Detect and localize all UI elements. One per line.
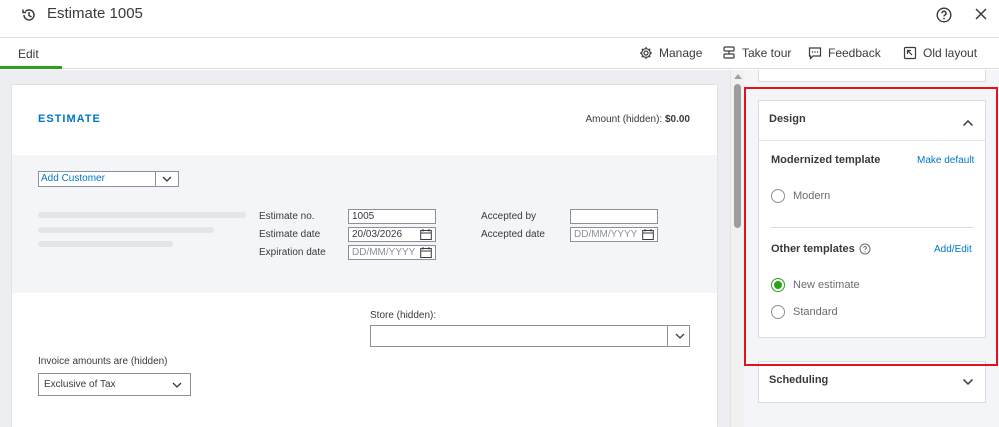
take-tour-label: Take tour xyxy=(742,46,792,60)
manage-button[interactable]: Manage xyxy=(639,46,702,60)
design-section: Design Modernized template Make default … xyxy=(758,100,986,338)
scheduling-section[interactable]: Scheduling xyxy=(758,361,986,403)
tab-edit[interactable]: Edit xyxy=(0,38,62,69)
estimate-date-label: Estimate date xyxy=(259,229,321,240)
amount-value: $0.00 xyxy=(664,114,690,125)
scroll-thumb[interactable] xyxy=(734,84,741,228)
store-label: Store (hidden): xyxy=(370,310,437,321)
invoice-amounts-value: Exclusive of Tax xyxy=(44,379,116,390)
amount-label: Amount (hidden): xyxy=(585,114,663,125)
design-header[interactable]: Design xyxy=(759,101,985,141)
calendar-icon[interactable] xyxy=(642,229,654,240)
manage-label: Manage xyxy=(659,46,703,60)
old-layout-button[interactable]: Old layout xyxy=(903,46,977,60)
feedback-button[interactable]: Feedback xyxy=(808,46,881,60)
take-tour-button[interactable]: Take tour xyxy=(722,46,791,60)
info-icon[interactable] xyxy=(859,243,871,255)
accepted-date-label: Accepted date xyxy=(481,229,545,240)
design-title: Design xyxy=(769,113,806,125)
estimate-form: ESTIMATE Amount (hidden): $0.00 Add Cust… xyxy=(12,85,717,427)
address-placeholder xyxy=(38,227,214,233)
address-placeholder xyxy=(38,212,246,218)
divider xyxy=(155,172,156,186)
invoice-amounts-label: Invoice amounts are (hidden) xyxy=(38,356,168,367)
feedback-label: Feedback xyxy=(828,46,881,60)
scrollbar[interactable] xyxy=(730,70,744,427)
new-estimate-option-label[interactable]: New estimate xyxy=(793,279,860,291)
accepted-by-field[interactable] xyxy=(570,209,658,224)
old-layout-label: Old layout xyxy=(923,46,978,60)
help-icon[interactable] xyxy=(936,7,952,23)
other-templates-title: Other templates xyxy=(771,243,855,255)
standard-option-label[interactable]: Standard xyxy=(793,306,838,318)
standard-radio[interactable] xyxy=(771,305,785,319)
modern-option-label[interactable]: Modern xyxy=(793,190,830,202)
scroll-up-arrow[interactable] xyxy=(734,74,742,79)
history-icon[interactable] xyxy=(21,7,37,23)
chevron-down-icon[interactable] xyxy=(161,174,173,184)
tour-icon xyxy=(723,46,735,59)
chevron-down-icon xyxy=(172,382,182,388)
title-bar: Estimate 1005 xyxy=(0,0,999,38)
invoice-amounts-select[interactable]: Exclusive of Tax xyxy=(38,373,191,396)
calendar-icon[interactable] xyxy=(420,247,432,258)
make-default-link[interactable]: Make default xyxy=(917,155,974,166)
customer-select[interactable]: Add Customer xyxy=(38,171,179,187)
settings-panel: Design Modernized template Make default … xyxy=(744,70,999,427)
close-icon[interactable] xyxy=(974,7,988,21)
new-estimate-radio[interactable] xyxy=(771,278,785,292)
divider xyxy=(771,227,974,228)
add-edit-link[interactable]: Add/Edit xyxy=(934,244,972,255)
chevron-down-icon[interactable] xyxy=(674,331,686,341)
customer-select-label: Add Customer xyxy=(41,173,105,184)
divider xyxy=(667,326,668,346)
previous-section-card xyxy=(758,70,986,82)
scheduling-title: Scheduling xyxy=(769,374,829,386)
toolbar: Edit Manage Take tour Feedback Old layou… xyxy=(0,38,999,69)
estimate-no-label: Estimate no. xyxy=(259,211,315,222)
address-placeholder xyxy=(38,241,173,247)
store-select[interactable] xyxy=(370,325,690,347)
estimate-heading: ESTIMATE xyxy=(38,113,101,125)
modern-radio[interactable] xyxy=(771,189,785,203)
page-title: Estimate 1005 xyxy=(47,5,143,22)
chevron-down-icon[interactable] xyxy=(962,378,974,386)
feedback-icon xyxy=(808,47,822,60)
modernized-template-title: Modernized template xyxy=(771,154,881,166)
accepted-by-label: Accepted by xyxy=(481,211,537,222)
expiration-date-label: Expiration date xyxy=(259,247,326,258)
amount-summary: Amount (hidden): $0.00 xyxy=(585,114,690,125)
estimate-no-field[interactable]: 1005 xyxy=(348,209,436,224)
calendar-icon[interactable] xyxy=(420,229,432,240)
estimate-canvas: ESTIMATE Amount (hidden): $0.00 Add Cust… xyxy=(0,70,730,427)
gear-icon xyxy=(640,47,652,59)
chevron-up-icon[interactable] xyxy=(962,119,974,127)
old-layout-icon xyxy=(903,46,917,60)
